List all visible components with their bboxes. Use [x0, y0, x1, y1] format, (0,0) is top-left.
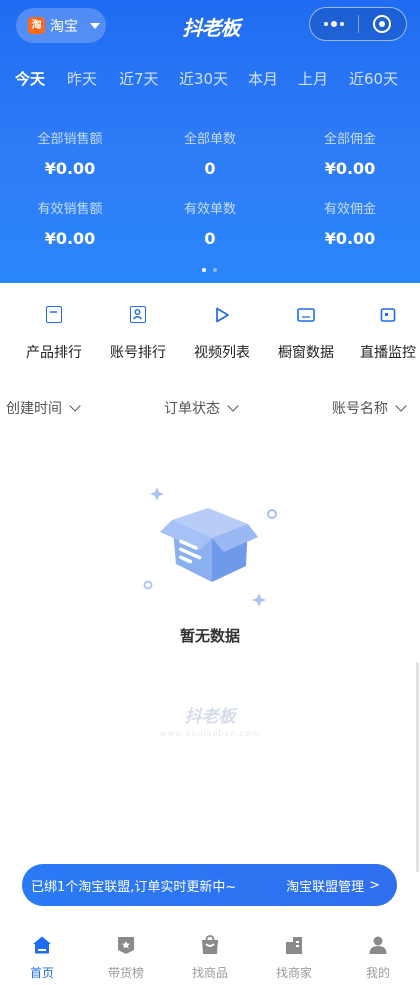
watermark-logo: 抖老板: [184, 707, 236, 727]
tabbar-label: 找商品: [191, 966, 228, 980]
tab-today[interactable]: 今天: [15, 62, 45, 96]
shortcut-live-monitor[interactable]: 直播监控: [346, 301, 420, 367]
stat-total-orders: 全部单数 0: [140, 131, 280, 179]
union-manage-link[interactable]: 淘宝联盟管理 >: [286, 876, 380, 895]
indicator-dot: [213, 268, 217, 272]
stat-label: 全部佣金: [323, 132, 376, 147]
stat-label: 有效佣金: [323, 202, 376, 217]
tab-last-month[interactable]: 上月: [298, 62, 328, 96]
app-logo: 抖老板: [182, 16, 241, 40]
watermark-url: www.doulaoban.com: [159, 729, 261, 738]
manage-label: 淘宝联盟管理: [286, 879, 365, 895]
chevron-down-icon: [227, 400, 239, 412]
stat-label: 全部单数: [183, 132, 236, 147]
filter-label: 订单状态: [164, 401, 220, 417]
stat-value: 0: [204, 159, 216, 178]
chevron-down-icon: [69, 400, 81, 412]
tabbar-label: 首页: [29, 966, 54, 980]
ranking-icon: [118, 937, 134, 954]
watermark: 抖老板 www.doulaoban.com: [150, 702, 270, 738]
stat-value: ¥0.00: [324, 159, 376, 178]
shortcut-label: 橱窗数据: [278, 345, 334, 361]
stat-label: 全部销售额: [37, 132, 103, 147]
taobao-icon: 淘: [28, 17, 45, 34]
shortcut-label: 账号排行: [110, 345, 166, 361]
stat-total-commission: 全部佣金 ¥0.00: [280, 131, 420, 179]
bag-icon: [46, 306, 62, 323]
date-range-tabs: 今天 昨天 近7天 近30天 本月 上月 近60天: [0, 62, 420, 96]
union-status-banner[interactable]: 已绑1个淘宝联盟,订单实时更新中~ 淘宝联盟管理 >: [22, 864, 397, 906]
filter-order-status[interactable]: 订单状态: [164, 396, 239, 420]
tabbar-label: 找商家: [275, 966, 312, 980]
tabbar-label: 带货榜: [107, 966, 144, 980]
filter-label: 创建时间: [6, 401, 62, 417]
shortcut-account-ranking[interactable]: 账号排行: [96, 301, 180, 367]
shortcut-label: 产品排行: [26, 345, 82, 361]
stat-label: 有效销售额: [37, 202, 103, 217]
platform-selector[interactable]: 淘 淘宝: [16, 8, 106, 43]
stat-valid-orders: 有效单数 0: [140, 201, 280, 249]
stat-valid-sales: 有效销售额 ¥0.00: [0, 201, 140, 249]
portrait-icon: [130, 306, 146, 323]
scrollbar-thumb[interactable]: [416, 662, 419, 872]
indicator-dot-active: [202, 268, 206, 272]
header-panel: 淘 淘宝 抖老板 今天 昨天 近7天 近30天 本月 上月 近60天 全部销售额…: [0, 0, 420, 283]
user-icon: [369, 936, 387, 954]
empty-box-illustration: [143, 487, 277, 607]
play-icon: [216, 307, 229, 323]
shortcut-product-ranking[interactable]: 产品排行: [12, 301, 96, 367]
tabbar-find-merchants[interactable]: 找商家: [252, 925, 336, 985]
shortcut-label: 视频列表: [194, 345, 250, 361]
monitor-icon: [380, 308, 396, 322]
tabbar-mine[interactable]: 我的: [336, 925, 420, 985]
stat-total-sales: 全部销售额 ¥0.00: [0, 131, 140, 179]
stat-value: ¥0.00: [44, 229, 96, 248]
tabbar-find-products[interactable]: 找商品: [168, 925, 252, 985]
shortcut-video-list[interactable]: 视频列表: [180, 301, 264, 367]
more-dots-icon[interactable]: [310, 8, 358, 40]
chevron-right-icon: >: [369, 877, 380, 893]
close-target-icon[interactable]: [359, 8, 406, 40]
carousel-indicator: [200, 267, 220, 273]
tab-this-month[interactable]: 本月: [248, 62, 278, 96]
tab-last-60-days[interactable]: 近60天: [349, 62, 398, 96]
tab-yesterday[interactable]: 昨天: [67, 62, 97, 96]
mini-program-capsule: [309, 7, 407, 41]
building-icon: [286, 937, 302, 954]
shopping-bag-icon: [202, 935, 218, 954]
filter-label: 账号名称: [332, 401, 388, 417]
stat-value: 0: [204, 229, 216, 248]
shortcut-window-data[interactable]: 橱窗数据: [264, 301, 348, 367]
stat-value: ¥0.00: [324, 229, 376, 248]
filter-created-time[interactable]: 创建时间: [6, 396, 81, 420]
stat-value: ¥0.00: [44, 159, 96, 178]
empty-state-text: 暂无数据: [179, 627, 240, 645]
top-bar: 淘 淘宝 抖老板: [0, 0, 420, 52]
tab-last-30-days[interactable]: 近30天: [179, 62, 228, 96]
tabbar-ranking[interactable]: 带货榜: [84, 925, 168, 985]
stat-valid-commission: 有效佣金 ¥0.00: [280, 201, 420, 249]
platform-name: 淘宝: [50, 18, 78, 35]
tab-last-7-days[interactable]: 近7天: [119, 62, 159, 96]
shortcut-label: 直播监控: [360, 345, 416, 361]
stat-label: 有效单数: [183, 202, 236, 217]
bottom-tab-bar: 首页 带货榜 找商品 找商家 我的: [0, 925, 420, 985]
tabbar-home[interactable]: 首页: [0, 925, 84, 985]
home-icon: [33, 936, 51, 954]
chevron-down-icon: [395, 400, 407, 412]
filter-account-name[interactable]: 账号名称: [332, 396, 407, 420]
caret-down-icon: [90, 22, 100, 29]
tabbar-label: 我的: [365, 966, 390, 980]
banner-message: 已绑1个淘宝联盟,订单实时更新中~: [31, 879, 237, 895]
window-icon: [297, 308, 315, 322]
app-page: 淘 淘宝 抖老板 今天 昨天 近7天 近30天 本月 上月 近60天 全部销售额…: [0, 0, 420, 985]
